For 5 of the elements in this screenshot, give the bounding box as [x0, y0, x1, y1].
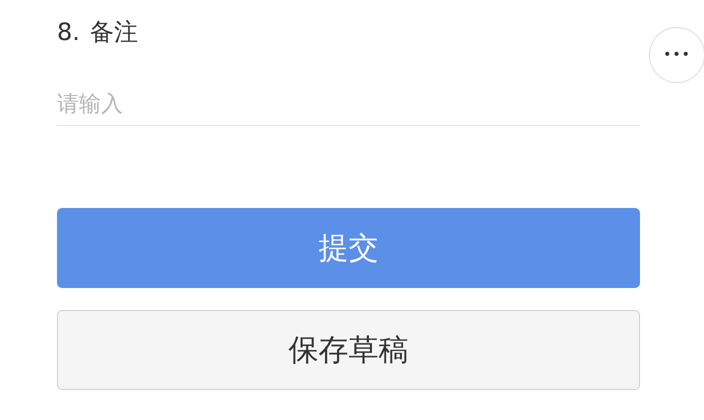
save-draft-button[interactable]: 保存草稿 — [57, 310, 640, 390]
input-field[interactable]: 请输入 — [57, 92, 640, 126]
question-title: 备注 — [90, 17, 138, 48]
more-button[interactable]: ••• — [649, 27, 704, 83]
question-number: 8. — [57, 17, 80, 48]
